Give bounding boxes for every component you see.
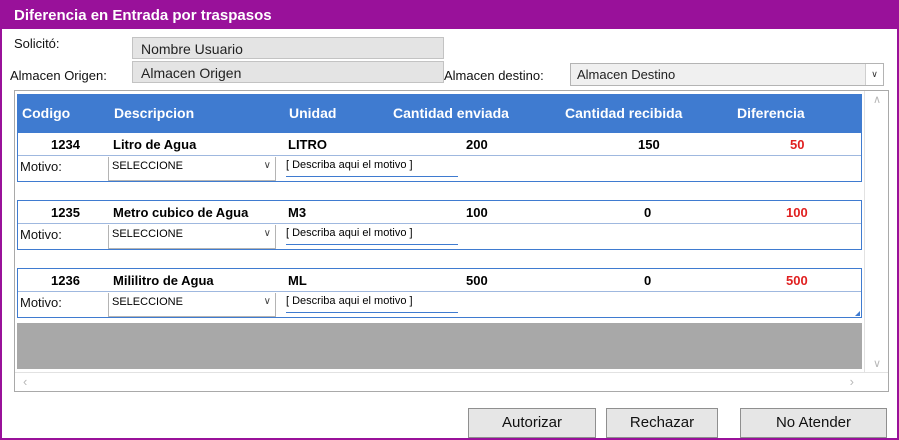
motivo-text-field[interactable]: [ Describa aqui el motivo ] — [286, 293, 458, 313]
motivo-label: Motivo: — [20, 227, 62, 242]
cell-unidad: M3 — [288, 205, 307, 220]
resize-grip-icon[interactable] — [855, 311, 860, 316]
col-cantidad-enviada: Cantidad enviada — [393, 105, 509, 121]
motivo-label: Motivo: — [20, 159, 62, 174]
scroll-right-icon[interactable]: › — [850, 374, 854, 389]
vertical-scrollbar[interactable]: ∧ ∨ — [864, 91, 888, 372]
cell-enviada: 500 — [466, 273, 488, 288]
rechazar-button[interactable]: Rechazar — [606, 408, 718, 438]
motivo-select-value: SELECCIONE — [112, 296, 183, 308]
col-codigo: Codigo — [22, 105, 71, 121]
col-diferencia: Diferencia — [737, 105, 805, 121]
scroll-up-icon[interactable]: ∧ — [865, 93, 888, 106]
solicito-label: Solicitó: — [14, 36, 60, 51]
chevron-down-icon[interactable]: ∨ — [264, 225, 271, 243]
cell-codigo: 1235 — [51, 205, 80, 220]
almacen-destino-label: Almacen destino: — [444, 68, 544, 83]
motivo-label: Motivo: — [20, 295, 62, 310]
grid-empty-area — [17, 323, 862, 369]
dialog-window: Diferencia en Entrada por traspasos Soli… — [0, 0, 899, 440]
motivo-select[interactable]: SELECCIONE ∨ — [108, 157, 276, 181]
cell-unidad: ML — [288, 273, 307, 288]
row-divider — [18, 223, 861, 224]
items-grid[interactable]: Codigo Descripcion Unidad Cantidad envia… — [14, 90, 889, 392]
window-title: Diferencia en Entrada por traspasos — [2, 2, 897, 29]
row-divider — [18, 155, 861, 156]
almacen-destino-select[interactable]: Almacen Destino ∨ — [570, 63, 884, 86]
cell-descripcion: Litro de Agua — [113, 137, 197, 152]
cell-recibida: 150 — [638, 137, 660, 152]
motivo-text-field[interactable]: [ Describa aqui el motivo ] — [286, 225, 458, 245]
motivo-select[interactable]: SELECCIONE ∨ — [108, 293, 276, 317]
almacen-destino-value: Almacen Destino — [577, 67, 676, 82]
table-row[interactable]: 1236 Mililitro de Agua ML 500 0 500 Moti… — [17, 268, 862, 318]
chevron-down-icon[interactable]: ∨ — [264, 293, 271, 311]
horizontal-scrollbar[interactable]: ‹ › — [15, 372, 888, 391]
grid-header: Codigo Descripcion Unidad Cantidad envia… — [17, 94, 862, 132]
motivo-text-field[interactable]: [ Describa aqui el motivo ] — [286, 157, 458, 177]
cell-enviada: 100 — [466, 205, 488, 220]
chevron-down-icon[interactable]: ∨ — [865, 64, 883, 85]
motivo-select-value: SELECCIONE — [112, 228, 183, 240]
col-descripcion: Descripcion — [114, 105, 195, 121]
scroll-left-icon[interactable]: ‹ — [23, 374, 27, 389]
table-row[interactable]: 1235 Metro cubico de Agua M3 100 0 100 M… — [17, 200, 862, 250]
cell-unidad: LITRO — [288, 137, 327, 152]
col-cantidad-recibida: Cantidad recibida — [565, 105, 683, 121]
autorizar-button[interactable]: Autorizar — [468, 408, 596, 438]
grid-content: Codigo Descripcion Unidad Cantidad envia… — [15, 91, 864, 372]
cell-descripcion: Metro cubico de Agua — [113, 205, 249, 220]
cell-diferencia: 50 — [790, 137, 805, 152]
cell-codigo: 1234 — [51, 137, 80, 152]
motivo-select-value: SELECCIONE — [112, 160, 183, 172]
chevron-down-icon[interactable]: ∨ — [264, 157, 271, 175]
cell-enviada: 200 — [466, 137, 488, 152]
no-atender-button[interactable]: No Atender — [740, 408, 887, 438]
cell-diferencia: 500 — [786, 273, 808, 288]
cell-codigo: 1236 — [51, 273, 80, 288]
cell-recibida: 0 — [644, 273, 652, 288]
table-row[interactable]: 1234 Litro de Agua LITRO 200 150 50 Moti… — [17, 132, 862, 182]
cell-recibida: 0 — [644, 205, 652, 220]
solicito-field: Nombre Usuario — [132, 37, 444, 59]
cell-diferencia: 100 — [786, 205, 808, 220]
scroll-down-icon[interactable]: ∨ — [865, 357, 888, 370]
motivo-select[interactable]: SELECCIONE ∨ — [108, 225, 276, 249]
cell-descripcion: Mililitro de Agua — [113, 273, 214, 288]
almacen-origen-field: Almacen Origen — [132, 61, 444, 83]
row-divider — [18, 291, 861, 292]
almacen-origen-label: Almacen Origen: — [10, 68, 107, 83]
col-unidad: Unidad — [289, 105, 337, 121]
